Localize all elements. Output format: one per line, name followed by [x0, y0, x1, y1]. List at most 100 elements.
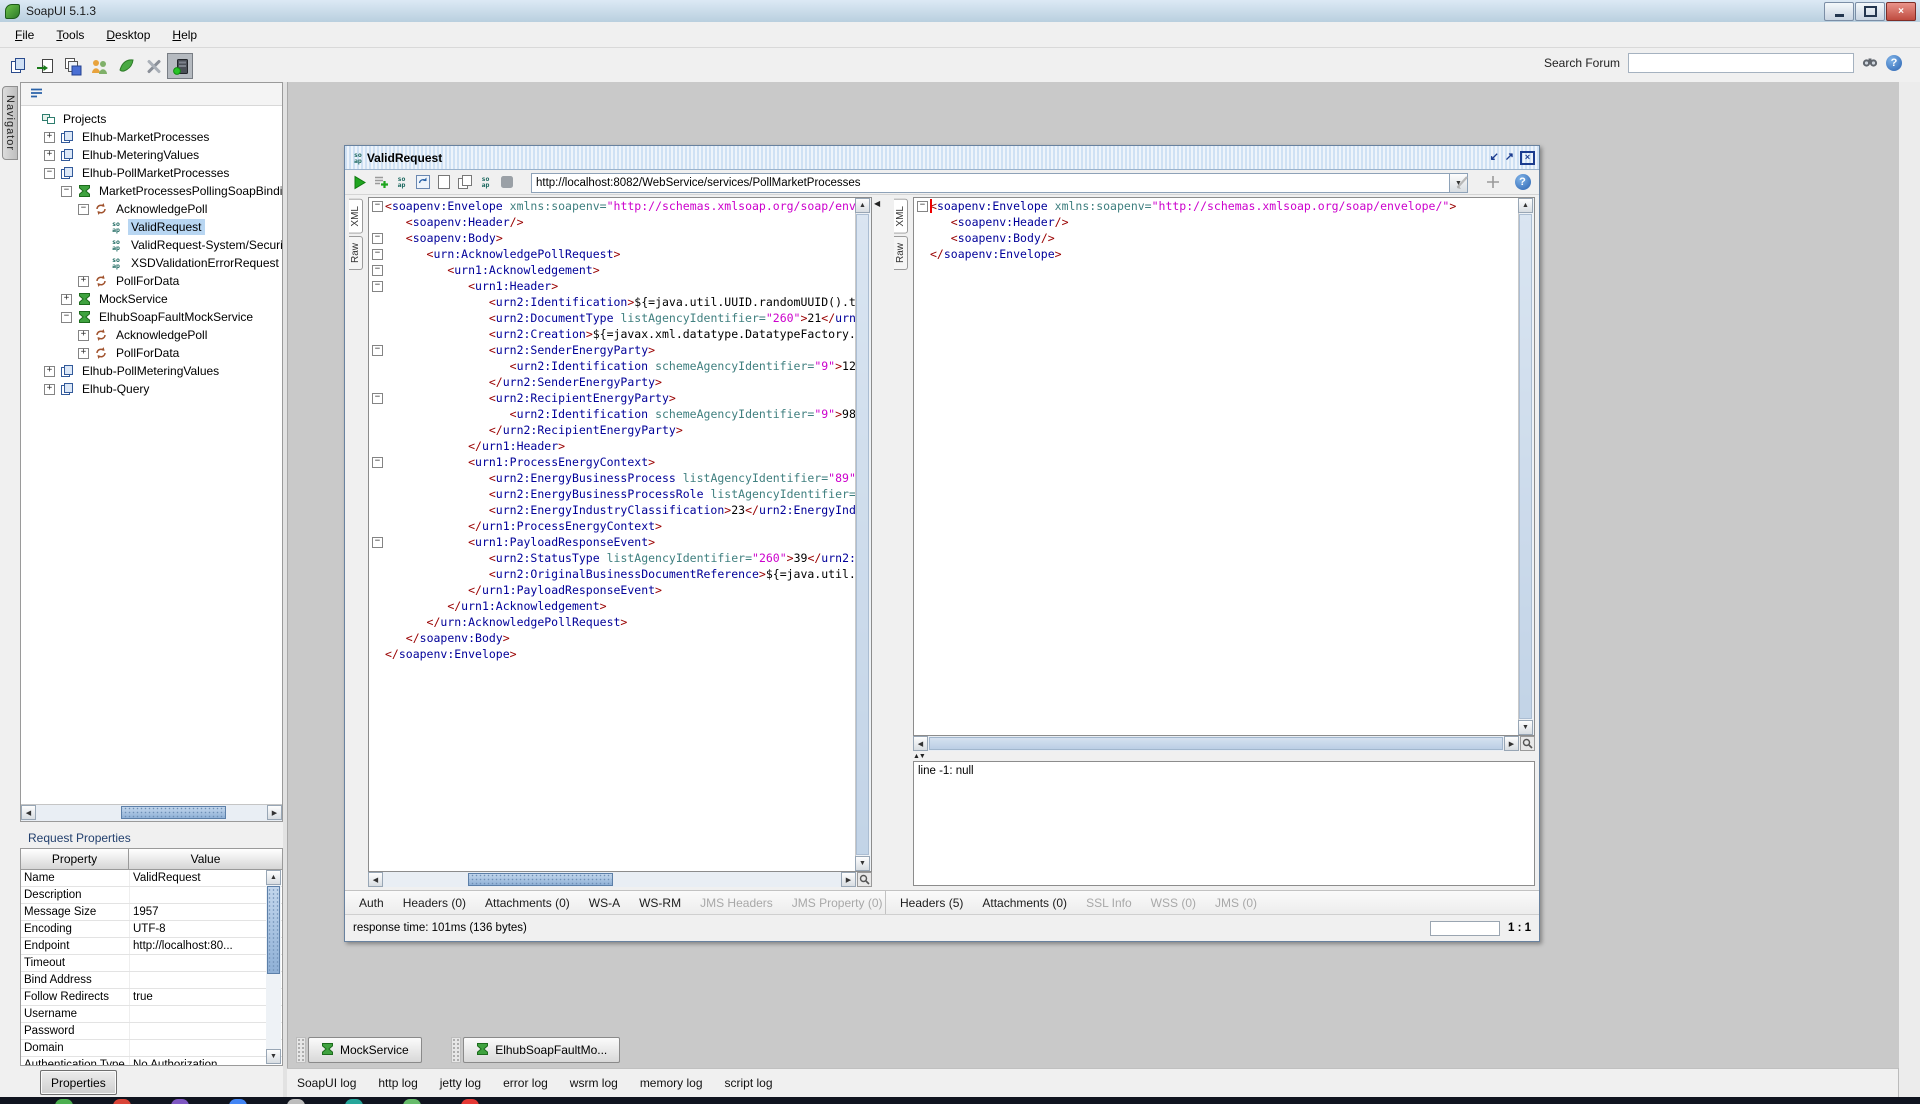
tree-item-acknowledgepoll[interactable]: +AcknowledgePoll — [21, 326, 282, 344]
binoculars-icon[interactable] — [1862, 55, 1878, 71]
tree-item-xsdvalidationerrorrequest[interactable]: soapXSDValidationErrorRequest — [21, 254, 282, 272]
log-tab-error-log[interactable]: error log — [503, 1076, 548, 1090]
code-line[interactable]: <urn2:SenderEnergyParty> — [385, 342, 856, 358]
code-line[interactable]: </urn1:PayloadResponseEvent> — [385, 582, 856, 598]
taskbar-icon[interactable] — [55, 1099, 73, 1104]
response-side-tab-raw[interactable]: Raw — [894, 236, 908, 270]
search-forum-input[interactable] — [1628, 53, 1854, 73]
tree-item-elhub-marketprocesses[interactable]: +Elhub-MarketProcesses — [21, 128, 282, 146]
properties-vertical-scrollbar[interactable]: ▲ ▼ — [266, 870, 281, 1064]
code-line[interactable]: <soapenv:Envelope xmlns:soapenv="http://… — [930, 198, 1519, 214]
code-line[interactable]: <urn2:EnergyBusinessProcessRole listAgen… — [385, 486, 856, 502]
minimized-window-grip[interactable] — [296, 1037, 306, 1063]
fold-toggle-icon[interactable]: − — [372, 345, 383, 356]
code-line[interactable]: <urn2:Identification schemeAgencyIdentif… — [385, 358, 856, 374]
property-value[interactable]: true — [129, 989, 282, 1005]
properties-bottom-tab[interactable]: Properties — [40, 1070, 117, 1095]
cancel-request-icon[interactable] — [496, 172, 517, 192]
request-side-tab-xml[interactable]: XML — [349, 199, 363, 234]
submit-icon[interactable] — [349, 172, 370, 192]
taskbar-icon[interactable] — [403, 1099, 421, 1104]
editor-splitter[interactable]: ◀ — [872, 197, 894, 887]
import-project-icon[interactable] — [32, 53, 58, 79]
code-line[interactable]: <urn2:EnergyIndustryClassification>23</u… — [385, 502, 856, 518]
property-value[interactable] — [129, 1006, 282, 1022]
tree-expander-icon[interactable]: − — [78, 204, 89, 215]
code-line[interactable]: </urn1:Acknowledgement> — [385, 598, 856, 614]
fold-toggle-icon[interactable]: − — [372, 201, 383, 212]
tree-item-validrequest[interactable]: soapValidRequest — [21, 218, 282, 236]
property-row-name[interactable]: NameValidRequest — [21, 870, 282, 887]
fold-toggle-icon[interactable]: − — [372, 457, 383, 468]
request-tab-ws-a[interactable]: WS-A — [589, 896, 620, 910]
tree-expander-icon[interactable]: + — [44, 366, 55, 377]
window-restore-icon[interactable]: ↙ — [1490, 152, 1499, 163]
code-line[interactable]: <urn:AcknowledgePollRequest> — [385, 246, 856, 262]
taskbar-icon[interactable] — [229, 1099, 247, 1104]
code-line[interactable]: <urn2:Creation>${=javax.xml.datatype.Dat… — [385, 326, 856, 342]
fold-toggle-icon[interactable]: − — [372, 537, 383, 548]
tree-item-elhub-pollmeteringvalues[interactable]: +Elhub-PollMeteringValues — [21, 362, 282, 380]
soapui-pro-icon[interactable] — [113, 53, 139, 79]
property-value[interactable] — [129, 1023, 282, 1039]
property-row-password[interactable]: Password — [21, 1023, 282, 1040]
soap-action-icon[interactable]: soap — [475, 172, 496, 192]
log-tab-http-log[interactable]: http log — [378, 1076, 417, 1090]
log-tab-script-log[interactable]: script log — [725, 1076, 773, 1090]
tree-item-acknowledgepoll[interactable]: −AcknowledgePoll — [21, 200, 282, 218]
log-tab-soapui-log[interactable]: SoapUI log — [297, 1076, 356, 1090]
window-maximize-icon[interactable]: ↗ — [1505, 152, 1514, 163]
tree-item-elhub-meteringvalues[interactable]: +Elhub-MeteringValues — [21, 146, 282, 164]
request-vertical-scrollbar[interactable]: ▲ ▼ — [855, 198, 871, 871]
request-tab-headers-0-[interactable]: Headers (0) — [403, 896, 466, 910]
property-row-timeout[interactable]: Timeout — [21, 955, 282, 972]
menu-help[interactable]: Help — [161, 25, 208, 45]
taskbar-icon[interactable] — [345, 1099, 363, 1104]
fold-toggle-icon[interactable]: − — [372, 393, 383, 404]
property-row-bind-address[interactable]: Bind Address — [21, 972, 282, 989]
taskbar-icon[interactable] — [113, 1099, 131, 1104]
code-line[interactable]: </soapenv:Envelope> — [930, 246, 1519, 262]
tree-item-pollfordata[interactable]: +PollForData — [21, 344, 282, 362]
property-value[interactable]: UTF-8 — [129, 921, 282, 937]
clear-request-icon[interactable] — [433, 172, 454, 192]
preferences-icon[interactable] — [140, 53, 166, 79]
tree-expander-icon[interactable]: + — [78, 330, 89, 341]
response-tab-attachments-0-[interactable]: Attachments (0) — [982, 896, 1067, 910]
fold-toggle-icon[interactable]: − — [372, 233, 383, 244]
code-line[interactable]: </soapenv:Envelope> — [385, 646, 856, 662]
request-window-titlebar[interactable]: soap ValidRequest ↙ ↗ × — [345, 146, 1539, 170]
code-line[interactable]: <soapenv:Body/> — [930, 230, 1519, 246]
property-row-endpoint[interactable]: Endpointhttp://localhost:80... — [21, 938, 282, 955]
forum-icon[interactable] — [86, 53, 112, 79]
property-value[interactable] — [129, 955, 282, 971]
code-line[interactable]: <soapenv:Body> — [385, 230, 856, 246]
log-tab-jetty-log[interactable]: jetty log — [440, 1076, 481, 1090]
response-tab-headers-5-[interactable]: Headers (5) — [900, 896, 963, 910]
soap-request-icon[interactable]: soap — [391, 172, 412, 192]
code-line[interactable]: <urn2:OriginalBusinessDocumentReference>… — [385, 566, 856, 582]
property-row-authentication-type[interactable]: Authentication TypeNo Authorization — [21, 1057, 282, 1066]
fold-toggle-icon[interactable]: − — [372, 265, 383, 276]
tree-options-icon[interactable] — [29, 87, 44, 102]
menu-file[interactable]: File — [4, 25, 45, 45]
taskbar-icon[interactable] — [461, 1099, 479, 1104]
tree-expander-icon[interactable]: + — [44, 384, 55, 395]
code-line[interactable]: <urn2:Identification schemeAgencyIdentif… — [385, 406, 856, 422]
window-close-icon[interactable]: × — [1520, 151, 1535, 165]
code-line[interactable]: <urn2:RecipientEnergyParty> — [385, 390, 856, 406]
tree-item-elhub-pollmarketprocesses[interactable]: −Elhub-PollMarketProcesses — [21, 164, 282, 182]
minimized-window-mockservice[interactable]: MockService — [308, 1037, 422, 1063]
tree-item-validrequest-system-securi[interactable]: soapValidRequest-System/Securi — [21, 236, 282, 254]
magnifier-icon[interactable] — [1520, 736, 1535, 751]
empty-project-icon[interactable] — [5, 53, 31, 79]
recreate-request-icon[interactable] — [412, 172, 433, 192]
log-tab-memory-log[interactable]: memory log — [640, 1076, 703, 1090]
fold-toggle-icon[interactable]: − — [372, 249, 383, 260]
clone-request-icon[interactable] — [454, 172, 475, 192]
menu-desktop[interactable]: Desktop — [95, 25, 161, 45]
proxy-icon[interactable] — [167, 53, 193, 79]
request-tab-ws-rm[interactable]: WS-RM — [639, 896, 681, 910]
endpoint-url-input[interactable] — [532, 174, 1449, 192]
property-value[interactable]: 1957 — [129, 904, 282, 920]
